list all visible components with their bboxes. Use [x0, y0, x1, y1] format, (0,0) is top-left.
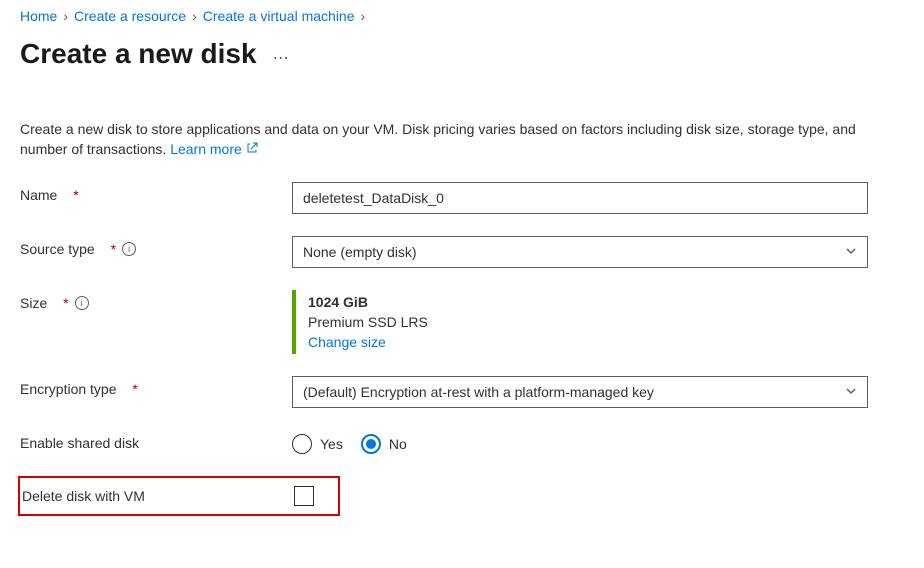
page-description: Create a new disk to store applications …: [20, 120, 860, 160]
breadcrumb-create-resource[interactable]: Create a resource: [74, 8, 186, 24]
more-actions-button[interactable]: ⋯: [273, 48, 290, 68]
info-icon[interactable]: i: [122, 242, 136, 256]
encryption-type-select[interactable]: (Default) Encryption at-rest with a plat…: [292, 376, 868, 408]
breadcrumb: Home › Create a resource › Create a virt…: [20, 8, 904, 24]
chevron-right-icon: ›: [192, 8, 197, 24]
chevron-right-icon: ›: [63, 8, 68, 24]
encryption-label: Encryption type *: [20, 376, 292, 397]
source-type-select[interactable]: None (empty disk): [292, 236, 868, 268]
name-input[interactable]: [292, 182, 868, 214]
source-type-label: Source type * i: [20, 236, 292, 257]
info-icon[interactable]: i: [75, 296, 89, 310]
size-display: 1024 GiB Premium SSD LRS Change size: [292, 290, 868, 354]
chevron-right-icon: ›: [361, 8, 366, 24]
chevron-down-icon: [845, 384, 857, 400]
breadcrumb-create-vm[interactable]: Create a virtual machine: [203, 8, 355, 24]
delete-disk-label: Delete disk with VM: [22, 488, 294, 504]
chevron-down-icon: [845, 244, 857, 260]
shared-disk-label: Enable shared disk: [20, 430, 292, 451]
learn-more-link[interactable]: Learn more: [170, 141, 257, 157]
change-size-link[interactable]: Change size: [308, 334, 386, 350]
shared-disk-no-radio[interactable]: No: [361, 434, 407, 454]
page-title: Create a new disk: [20, 38, 257, 70]
breadcrumb-home[interactable]: Home: [20, 8, 57, 24]
delete-disk-highlight: Delete disk with VM: [18, 476, 340, 516]
name-label: Name *: [20, 182, 292, 203]
size-label: Size * i: [20, 290, 292, 311]
shared-disk-yes-radio[interactable]: Yes: [292, 434, 343, 454]
delete-disk-checkbox[interactable]: [294, 486, 314, 506]
external-link-icon: [246, 140, 258, 160]
